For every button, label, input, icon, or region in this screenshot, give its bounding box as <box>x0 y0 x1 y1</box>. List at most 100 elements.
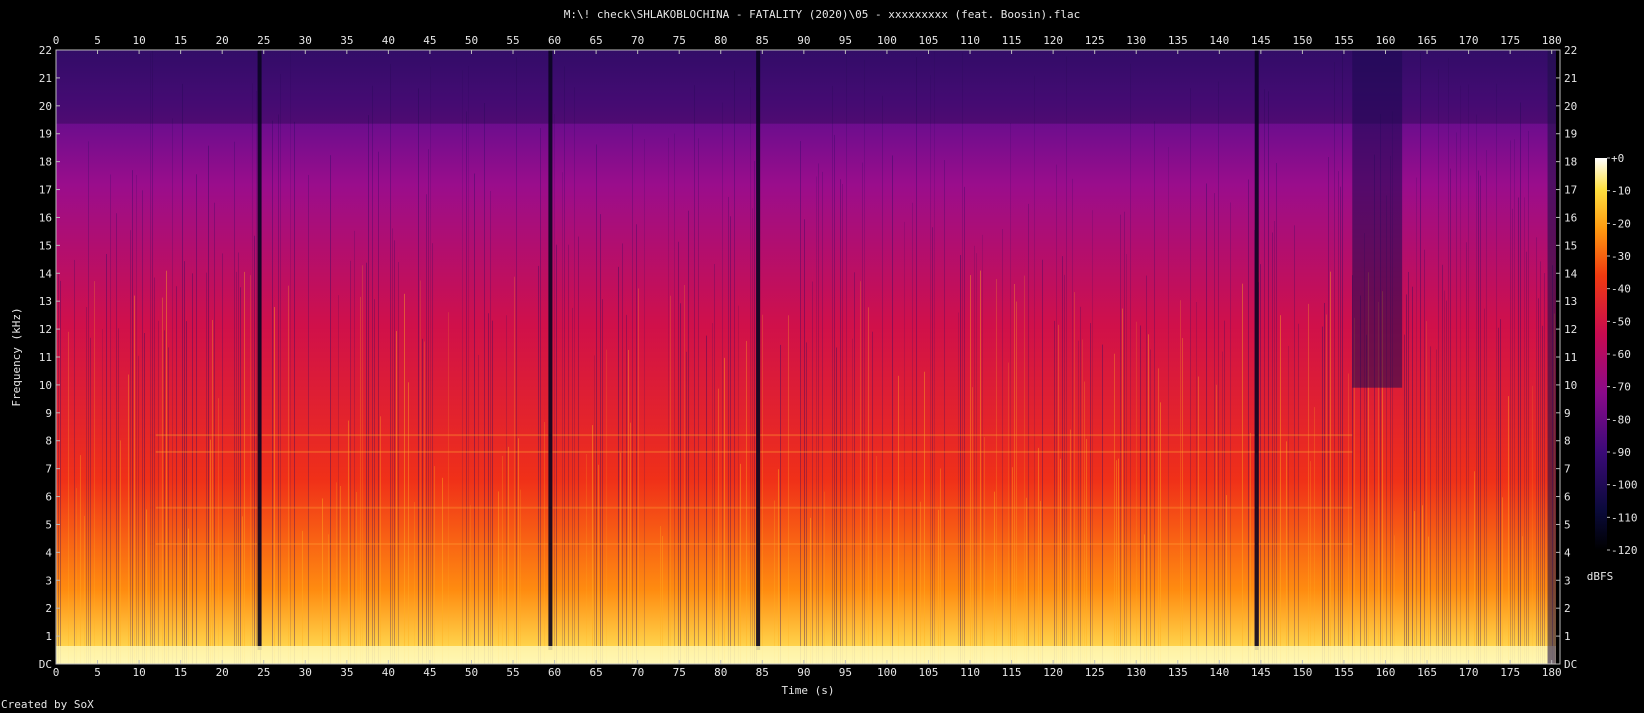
y-tick-label: 5 <box>1564 518 1571 531</box>
y-tick-label: 20 <box>39 100 52 113</box>
y-tick-label: 18 <box>39 156 52 169</box>
x-tick-label: 160 <box>1376 34 1396 47</box>
x-tick-label: 0 <box>53 34 60 47</box>
x-tick-label: 70 <box>631 34 644 47</box>
x-tick-label: 140 <box>1209 666 1229 679</box>
x-tick-label: 90 <box>797 666 810 679</box>
x-tick-label: 25 <box>257 666 270 679</box>
y-tick-label: 21 <box>39 72 52 85</box>
y-tick-label: 12 <box>1564 323 1577 336</box>
x-tick-label: 5 <box>94 666 101 679</box>
colorbar: +0 -10 -20 -30 -40 -50 -60 -70 -80 -90 -100 -110 -12… <box>1587 152 1638 583</box>
y-tick-label: 17 <box>39 184 52 197</box>
y-tick-label: 2 <box>1564 602 1571 615</box>
y-tick-label: 6 <box>1564 491 1571 504</box>
y-tick-label: 11 <box>1564 351 1577 364</box>
colorbar-tick-label: -30 <box>1611 250 1631 263</box>
x-tick-label: 50 <box>465 34 478 47</box>
y-tick-label: 17 <box>1564 184 1577 197</box>
colorbar-label: dBFS <box>1587 570 1614 583</box>
harmonic-line <box>155 506 1353 509</box>
y-tick-label: 16 <box>39 211 52 224</box>
spectrogram-plot-area <box>56 50 1560 665</box>
colorbar-tick-label: -60 <box>1611 348 1631 361</box>
x-tick-label: 150 <box>1292 34 1312 47</box>
x-tick-label: 60 <box>548 34 561 47</box>
x-tick-label: 115 <box>1002 34 1022 47</box>
x-tick-label: 85 <box>756 34 769 47</box>
colorbar-tick-label: -80 <box>1611 413 1631 426</box>
x-tick-label: 10 <box>132 666 145 679</box>
x-tick-label: 125 <box>1085 34 1105 47</box>
y-tick-label: 19 <box>1564 128 1577 141</box>
y-tick-label: 19 <box>39 128 52 141</box>
colorbar-tick-label: -50 <box>1611 315 1631 328</box>
silence-gap <box>1254 50 1259 650</box>
y-tick-label: 5 <box>45 518 52 531</box>
x-tick-label: 45 <box>423 666 436 679</box>
spectrogram-chart: 0055101015152020252530303535404045455050… <box>10 34 1638 697</box>
x-tick-label: 135 <box>1168 666 1188 679</box>
colorbar-tick-label: -40 <box>1611 283 1631 296</box>
x-tick-label: 175 <box>1500 666 1520 679</box>
silence-gap <box>548 50 553 650</box>
x-tick-label: 40 <box>382 34 395 47</box>
x-tick-label: 10 <box>132 34 145 47</box>
x-tick-label: 95 <box>839 34 852 47</box>
x-tick-label: 5 <box>94 34 101 47</box>
x-tick-label: 155 <box>1334 34 1354 47</box>
x-tick-label: 120 <box>1043 34 1063 47</box>
y-tick-label: 22 <box>1564 44 1577 57</box>
x-tick-label: 170 <box>1459 666 1479 679</box>
y-tick-label: 8 <box>1564 435 1571 448</box>
y-tick-label: 9 <box>1564 407 1571 420</box>
colorbar-tick-label: -100 <box>1611 479 1638 492</box>
x-tick-label: 150 <box>1292 666 1312 679</box>
colorbar-gradient <box>1595 158 1607 550</box>
y-tick-label: 1 <box>45 630 52 643</box>
x-tick-label: 140 <box>1209 34 1229 47</box>
y-tick-label: 1 <box>1564 630 1571 643</box>
x-tick-label: 100 <box>877 666 897 679</box>
x-tick-label: 40 <box>382 666 395 679</box>
x-tick-label: 105 <box>919 666 939 679</box>
x-tick-label: 55 <box>506 666 519 679</box>
x-tick-label: 65 <box>589 666 602 679</box>
y-tick-label: 8 <box>45 435 52 448</box>
y-tick-label: 7 <box>1564 463 1571 476</box>
x-tick-label: 65 <box>589 34 602 47</box>
y-tick-label: 16 <box>1564 211 1577 224</box>
y-tick-label: 6 <box>45 491 52 504</box>
x-tick-label: 180 <box>1542 34 1562 47</box>
x-tick-label: 45 <box>423 34 436 47</box>
x-tick-label: 145 <box>1251 666 1271 679</box>
x-tick-label: 130 <box>1126 34 1146 47</box>
y-tick-label: 11 <box>39 351 52 364</box>
y-tick-label: 13 <box>39 295 52 308</box>
harmonic-line <box>155 450 1353 453</box>
x-tick-label: 110 <box>960 34 980 47</box>
x-tick-label: 125 <box>1085 666 1105 679</box>
x-tick-label: 155 <box>1334 666 1354 679</box>
y-tick-label: 15 <box>39 239 52 252</box>
y-tick-label: 7 <box>45 463 52 476</box>
y-tick-label: 15 <box>1564 239 1577 252</box>
y-tick-label: 18 <box>1564 156 1577 169</box>
harmonic-line <box>155 434 1353 437</box>
y-tick-label: DC <box>39 658 52 671</box>
fade-out <box>1547 50 1556 664</box>
colorbar-tick-label: +0 <box>1611 152 1624 165</box>
harmonic-line <box>155 542 1353 545</box>
x-tick-label: 105 <box>919 34 939 47</box>
y-tick-label: DC <box>1564 658 1577 671</box>
x-tick-label: 30 <box>299 34 312 47</box>
low-frequency-band <box>56 646 1556 664</box>
x-tick-label: 20 <box>216 666 229 679</box>
y-tick-label: 4 <box>45 546 52 559</box>
colorbar-tick-label: -90 <box>1611 446 1631 459</box>
x-tick-label: 70 <box>631 666 644 679</box>
x-tick-label: 75 <box>673 666 686 679</box>
y-tick-label: 21 <box>1564 72 1577 85</box>
y-tick-label: 14 <box>39 267 53 280</box>
colorbar-tick-label: -110 <box>1611 511 1638 524</box>
